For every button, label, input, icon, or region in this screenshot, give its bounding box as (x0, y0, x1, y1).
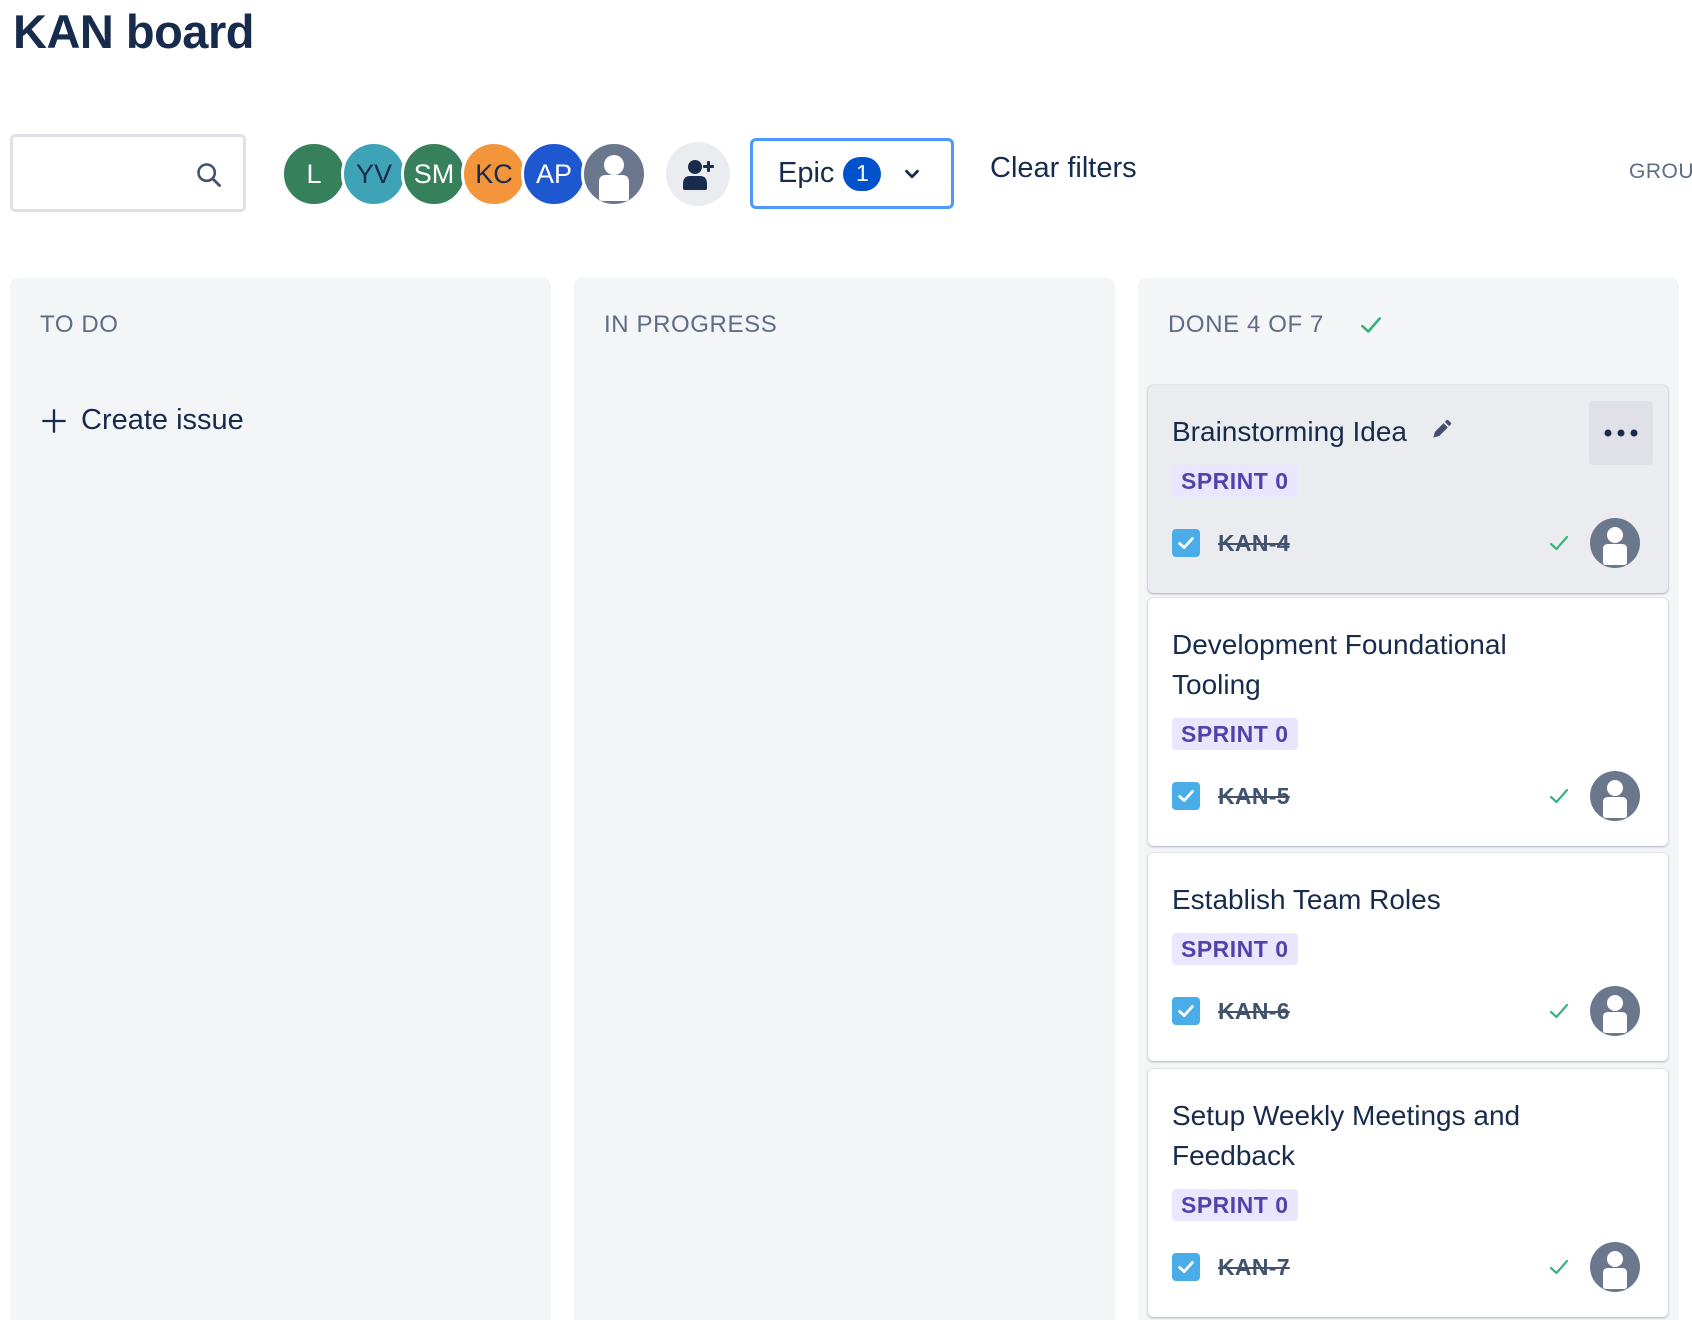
sprint-lozenge: SPRINT 0 (1172, 1189, 1298, 1221)
issue-key[interactable]: KAN-6 (1218, 998, 1290, 1025)
chevron-down-icon (905, 169, 920, 178)
group-by-label[interactable]: GROU (1629, 160, 1692, 184)
column-title: TO DO (40, 311, 119, 338)
create-issue-label: Create issue (81, 404, 244, 436)
column-todo: TO DO Create issue (10, 278, 551, 1320)
page-title: KAN board (13, 5, 254, 58)
assignee-avatar[interactable] (1590, 1242, 1640, 1292)
checkbox-check-icon (1178, 790, 1194, 802)
assignee-avatar[interactable] (1590, 771, 1640, 821)
person-icon (1603, 1251, 1627, 1289)
check-icon (1549, 1259, 1569, 1275)
column-title: IN PROGRESS (604, 311, 778, 338)
avatar-filter-kc[interactable]: KC (461, 141, 527, 207)
avatar-filter-sm[interactable]: SM (401, 141, 467, 207)
check-icon (1549, 788, 1569, 804)
issue-card-kan-6[interactable]: Establish Team Roles SPRINT 0 KAN-6 (1148, 853, 1668, 1061)
epic-filter-label: Epic (778, 157, 835, 189)
checkbox-check-icon (1178, 1005, 1194, 1017)
task-type-icon (1172, 782, 1200, 810)
person-icon (1603, 780, 1627, 818)
board-page: KAN board L YV SM KC AP Epic 1 Clear fil… (0, 0, 1692, 1320)
issue-card-kan-4[interactable]: Brainstorming Idea SPRINT 0 KAN-4 (1148, 385, 1668, 593)
column-title: DONE 4 OF 7 (1168, 311, 1324, 338)
card-summary-text: Setup Weekly Meetings and Feedback (1172, 1100, 1521, 1171)
avatar-filter-unassigned[interactable] (581, 141, 647, 207)
checkbox-check-icon (1178, 1261, 1194, 1273)
task-type-icon (1172, 997, 1200, 1025)
issue-card-kan-5[interactable]: Development Foundational Tooling SPRINT … (1148, 598, 1668, 846)
card-footer: KAN-4 (1172, 518, 1640, 568)
person-icon (599, 155, 629, 201)
search-box[interactable] (10, 134, 246, 212)
card-summary-text: Establish Team Roles (1172, 884, 1441, 915)
add-people-button[interactable] (666, 142, 730, 206)
sprint-lozenge: SPRINT 0 (1172, 718, 1298, 750)
avatar-filter-ap[interactable]: AP (521, 141, 587, 207)
task-type-icon (1172, 1253, 1200, 1281)
assignee-avatar[interactable] (1590, 518, 1640, 568)
card-footer: KAN-6 (1172, 986, 1640, 1036)
avatar-initials: YV (355, 158, 393, 189)
column-in-progress: IN PROGRESS (574, 278, 1115, 1320)
column-header-todo: TO DO (40, 311, 119, 339)
column-header-in-progress: IN PROGRESS (604, 311, 777, 339)
task-type-icon (1172, 529, 1200, 557)
check-icon (1549, 1003, 1569, 1019)
issue-key[interactable]: KAN-5 (1218, 783, 1290, 810)
sprint-lozenge: SPRINT 0 (1172, 465, 1298, 497)
avatar-initials: SM (413, 158, 455, 189)
check-icon (1361, 317, 1381, 333)
check-icon (1549, 535, 1569, 551)
search-input[interactable] (23, 149, 197, 199)
epic-filter-dropdown[interactable]: Epic 1 (750, 138, 954, 209)
add-person-icon (683, 160, 714, 190)
avatar-filter-l[interactable]: L (281, 141, 347, 207)
epic-filter-count-badge: 1 (843, 156, 882, 191)
column-header-done: DONE 4 OF 7 (1168, 311, 1384, 339)
assignee-avatar[interactable] (1590, 986, 1640, 1036)
card-summary-text: Development Foundational Tooling (1172, 629, 1507, 700)
avatar-filter-yv[interactable]: YV (341, 141, 407, 207)
clear-filters-button[interactable]: Clear filters (990, 152, 1137, 185)
avatar-initials: AP (535, 158, 573, 189)
more-horizontal-icon (1604, 429, 1638, 437)
pencil-icon[interactable] (1429, 416, 1455, 442)
create-issue-button[interactable]: Create issue (40, 404, 244, 437)
avatar-initials: KC (475, 158, 513, 189)
card-footer: KAN-5 (1172, 771, 1640, 821)
search-icon (197, 163, 221, 187)
avatar-initials: L (306, 158, 322, 189)
column-done: DONE 4 OF 7 Brainstorming Idea SPRINT 0 … (1138, 278, 1679, 1320)
plus-icon (42, 408, 66, 433)
issue-card-kan-7[interactable]: Setup Weekly Meetings and Feedback SPRIN… (1148, 1069, 1668, 1317)
card-footer: KAN-7 (1172, 1242, 1640, 1292)
card-more-actions-button[interactable] (1589, 401, 1653, 465)
checkbox-check-icon (1178, 537, 1194, 549)
card-summary-text: Brainstorming Idea (1172, 416, 1408, 447)
card-summary: Brainstorming Idea (1172, 412, 1562, 452)
issue-key[interactable]: KAN-4 (1218, 530, 1290, 557)
sprint-lozenge: SPRINT 0 (1172, 933, 1298, 965)
issue-key[interactable]: KAN-7 (1218, 1254, 1290, 1281)
person-icon (1603, 995, 1627, 1033)
person-icon (1603, 527, 1627, 565)
